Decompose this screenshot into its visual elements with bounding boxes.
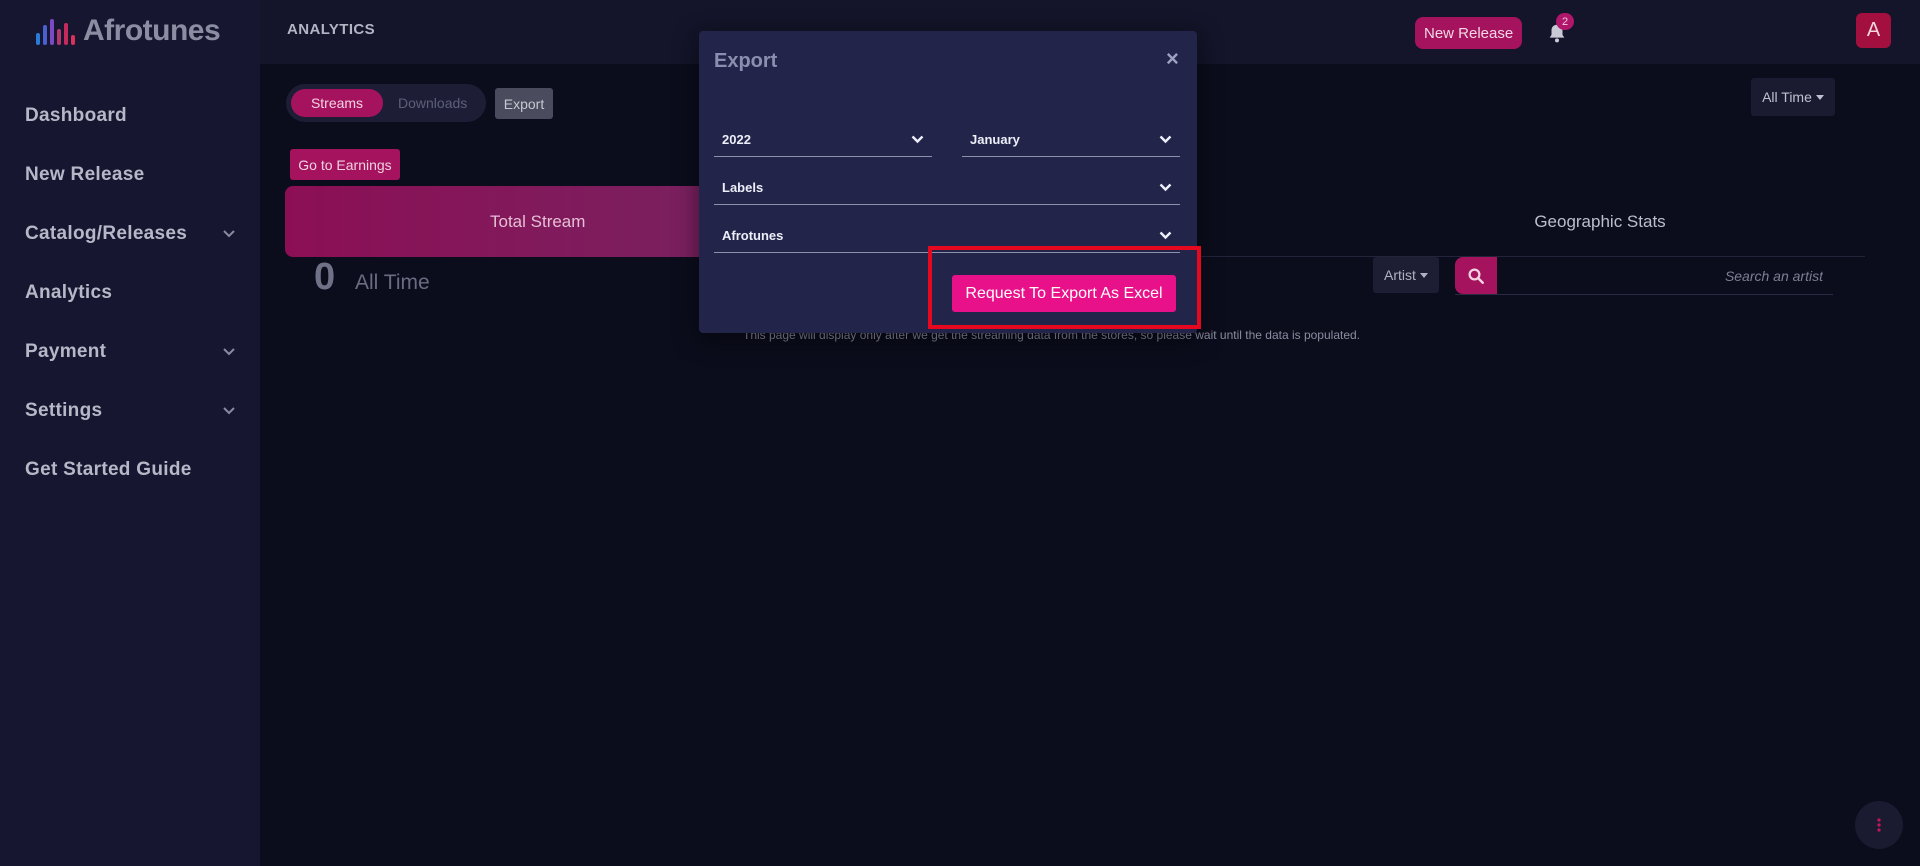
month-select[interactable]: January [962, 122, 1180, 157]
chevron-down-icon [223, 406, 235, 414]
sidebar-item-label: Payment [25, 340, 107, 362]
label-select-value: Afrotunes [722, 227, 784, 243]
period-dropdown-label: All Time [1762, 89, 1812, 105]
avatar[interactable]: A [1856, 13, 1891, 48]
export-type-select-value: Labels [722, 179, 764, 195]
sidebar-item-label: Catalog/Releases [25, 222, 188, 244]
search-button[interactable] [1455, 257, 1497, 294]
chevron-down-icon [1159, 183, 1172, 191]
sidebar-item-dashboard[interactable]: Dashboard [25, 86, 235, 145]
period-dropdown[interactable]: All Time [1751, 78, 1835, 116]
logo-waveform-icon [36, 17, 75, 45]
total-stream-period: All Time [355, 271, 430, 294]
chevron-down-icon [223, 229, 235, 237]
sidebar: Afrotunes Dashboard New Release Catalog/… [0, 0, 260, 866]
chevron-down-icon [1159, 135, 1172, 143]
page-title: ANALYTICS [287, 21, 376, 38]
sidebar-item-label: Analytics [25, 281, 113, 303]
sidebar-item-settings[interactable]: Settings [25, 381, 235, 440]
total-stream-value: 0 [314, 256, 336, 298]
tab-geographic-stats[interactable]: Geographic Stats [1450, 186, 1750, 257]
artist-search [1455, 257, 1833, 295]
chevron-down-icon [911, 135, 924, 143]
caret-down-icon [1419, 272, 1428, 278]
sidebar-item-analytics[interactable]: Analytics [25, 263, 235, 322]
more-vertical-icon [1877, 818, 1881, 832]
downloads-tab[interactable]: Downloads [398, 89, 467, 117]
sidebar-item-label: Get Started Guide [25, 458, 192, 480]
caret-down-icon [1815, 94, 1824, 100]
logo[interactable]: Afrotunes [36, 14, 221, 48]
sidebar-item-label: Settings [25, 399, 103, 421]
modal-title: Export [714, 50, 778, 72]
chevron-down-icon [223, 347, 235, 355]
notification-badge: 2 [1556, 13, 1574, 30]
year-select[interactable]: 2022 [714, 122, 932, 157]
sidebar-item-label: New Release [25, 163, 145, 185]
sidebar-item-payment[interactable]: Payment [25, 322, 235, 381]
artist-filter-label: Artist [1384, 267, 1416, 283]
sidebar-item-new-release[interactable]: New Release [25, 145, 235, 204]
streams-tab[interactable]: Streams [291, 89, 383, 117]
chevron-down-icon [1159, 231, 1172, 239]
close-icon[interactable]: × [1166, 46, 1179, 72]
search-icon [1468, 268, 1484, 284]
export-button[interactable]: Export [495, 88, 553, 119]
new-release-button[interactable]: New Release [1415, 17, 1523, 49]
sidebar-item-label: Dashboard [25, 104, 127, 126]
month-select-value: January [970, 131, 1020, 147]
request-export-excel-button[interactable]: Request To Export As Excel [952, 275, 1176, 312]
search-input[interactable] [1501, 257, 1831, 294]
go-to-earnings-button[interactable]: Go to Earnings [290, 149, 400, 180]
export-type-select[interactable]: Labels [714, 170, 1180, 205]
year-select-value: 2022 [722, 131, 751, 147]
sidebar-item-catalog-releases[interactable]: Catalog/Releases [25, 204, 235, 263]
floating-menu-button[interactable] [1855, 801, 1903, 849]
logo-text: Afrotunes [83, 14, 221, 47]
sidebar-nav: Dashboard New Release Catalog/Releases A… [25, 86, 235, 499]
sidebar-item-get-started-guide[interactable]: Get Started Guide [25, 440, 235, 499]
streams-downloads-toggle: Streams Downloads [286, 84, 486, 122]
artist-filter-dropdown[interactable]: Artist [1373, 257, 1439, 293]
